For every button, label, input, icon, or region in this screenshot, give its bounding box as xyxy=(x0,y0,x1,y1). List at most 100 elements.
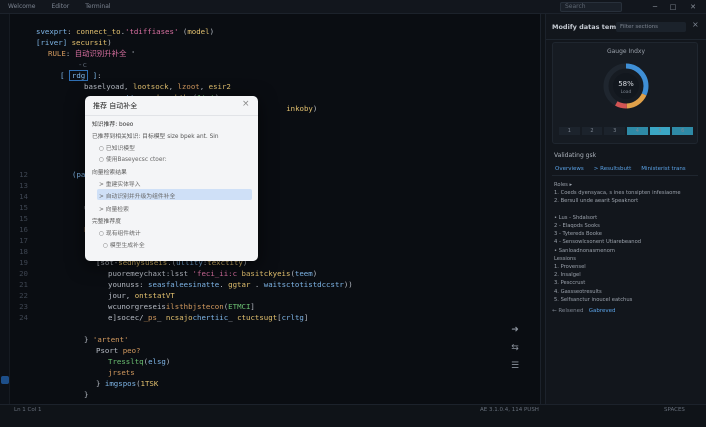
code-token: jour, xyxy=(108,291,135,300)
scale-seg[interactable]: 1 xyxy=(559,127,580,135)
dialog-item[interactable]: > 重建实体导入 xyxy=(99,179,140,188)
code-line[interactable]: [ rdg ]: xyxy=(10,70,102,81)
minimize-icon[interactable]: ─ xyxy=(648,1,662,13)
panel-line: 1. Provensel xyxy=(554,264,586,270)
dialog-item[interactable]: ○ 已知识模型 xyxy=(99,143,135,152)
scale-seg[interactable]: 5 xyxy=(649,127,671,135)
split-icon[interactable]: ⇆ xyxy=(508,342,522,354)
code-line[interactable]: 21 younuss: seasfaleesinatte. ggtar . wai… xyxy=(10,279,353,290)
tab-results[interactable]: > Resultsbutt xyxy=(591,164,635,175)
scale-seg[interactable]: 4 xyxy=(627,127,648,135)
tab-editor[interactable]: Editor xyxy=(43,3,77,10)
code-line[interactable]: } 'artent' xyxy=(10,334,129,345)
dialog-item[interactable]: ○ 使用Baseyecsc ctoer: xyxy=(99,154,167,163)
code-token: ctuctsugt xyxy=(237,313,278,322)
gauge-title: Gauge Indxy xyxy=(606,48,646,55)
panel-line: 4. Gassseotresults xyxy=(554,288,602,295)
code-token: connect_to xyxy=(76,27,121,36)
dialog-item[interactable]: ○ 现有组件统计 xyxy=(99,228,141,237)
code-line[interactable]: } xyxy=(10,389,88,400)
code-token: elsg xyxy=(148,357,166,366)
panel-tabs: Overviews > Resultsbutt Ministerist tran… xyxy=(552,164,698,176)
code-token: )) xyxy=(343,280,353,289)
dialog-item[interactable]: 向量检索结果 xyxy=(92,167,127,176)
code-line[interactable]: RULE: 自动识别升补全 ' xyxy=(10,48,135,59)
code-token: ontstatVT xyxy=(134,291,175,300)
gauge-card: Gauge Indxy 58% Load 1 2 3 4 5 6 xyxy=(552,42,698,144)
panel-line: • Sanloadnonasmenom xyxy=(554,247,615,254)
run-icon[interactable]: ➜ xyxy=(508,324,522,336)
code-token: _ps xyxy=(143,313,157,322)
indicator-icon[interactable] xyxy=(1,376,9,384)
code-line[interactable]: 22 jour, ontstatVT xyxy=(10,290,175,301)
footer-link[interactable]: Gabreved xyxy=(589,308,616,314)
line-number: 23 xyxy=(19,302,28,311)
status-position[interactable]: Ln 1 Col 1 xyxy=(14,407,42,413)
code-line[interactable]: 24 e]socec/_ps_ ncsajochertiic_ ctuctsugt… xyxy=(10,312,308,323)
code-line[interactable]: baselyoad, lootsock, lzoot, esir2 xyxy=(10,81,231,92)
code-token: model xyxy=(187,27,210,36)
code-token: e]socec/ xyxy=(108,313,144,322)
code-token: 'feci_ii:c xyxy=(192,269,238,278)
code-token: seasfaleesinatte xyxy=(148,280,220,289)
code-line[interactable]: svexprt: connect_to.'tdiffiases' (model) xyxy=(10,26,214,37)
dialog-item[interactable]: 已推荐到相关知识: 目标模型 size bpek ant. Sin xyxy=(92,131,219,140)
tab-welcome[interactable]: Welcome xyxy=(0,3,43,10)
code-token: crltg xyxy=(281,313,304,322)
code-token: ncsajo xyxy=(165,313,193,322)
code-token: Psort xyxy=(96,346,123,355)
code-token: 1TSK xyxy=(140,379,159,388)
scale-seg[interactable]: 2 xyxy=(581,127,603,135)
code-line[interactable]: 23 wcunorgreseisilsthbjstecon(ETMCI] xyxy=(10,301,255,312)
panel-close-icon[interactable]: × xyxy=(692,20,699,29)
code-token: : xyxy=(67,27,77,36)
footer-label[interactable]: Relsened xyxy=(558,308,583,314)
code-token: ggtar xyxy=(228,280,251,289)
maximize-icon[interactable]: □ xyxy=(666,1,680,13)
dialog-item[interactable]: 完整推荐度 xyxy=(92,216,121,225)
filter-button[interactable]: Filter sections xyxy=(616,22,686,32)
code-token: 自动识别升补全 xyxy=(74,49,127,58)
activity-gutter xyxy=(0,14,10,414)
code-line[interactable]: 20 puoremeychaxt:lsst 'feci_ii:c basitcky… xyxy=(10,268,317,279)
dialog-item[interactable]: > 向量检索 xyxy=(99,204,129,213)
code-line[interactable]: -c xyxy=(10,59,87,70)
section-title: Validating gsk xyxy=(554,152,597,159)
tab-ministerist[interactable]: Ministerist trans xyxy=(638,164,688,175)
tab-overviews[interactable]: Overviews xyxy=(552,164,587,175)
code-line[interactable] xyxy=(10,323,36,334)
scale-seg[interactable]: 6 xyxy=(672,127,694,135)
line-number: 13 xyxy=(19,181,28,190)
dialog-item[interactable]: > 自动识别并升级为组件补全 xyxy=(99,191,175,200)
dialog-item[interactable]: 知识推荐: boeo xyxy=(92,119,133,128)
panel-footer: ← Relsened Gabreved xyxy=(552,308,616,314)
title-bar: Welcome Editor Terminal Search ─ □ ✕ xyxy=(0,0,706,14)
status-info[interactable]: AE 3.1.0.4, 114 PUSH xyxy=(480,407,539,413)
code-line[interactable]: [river] secursit) xyxy=(10,37,112,48)
code-line[interactable]: jrsets xyxy=(10,367,135,378)
dialog-close-icon[interactable]: × xyxy=(242,99,250,109)
code-token: } xyxy=(84,335,93,344)
line-number: 16 xyxy=(19,225,28,234)
dialog-title: 推荐 自动补全 xyxy=(93,101,138,110)
status-spaces[interactable]: SPACES xyxy=(664,407,685,413)
chat-icon[interactable]: ☰ xyxy=(508,360,522,372)
status-bar: Ln 1 Col 1 AE 3.1.0.4, 114 PUSH SPACES xyxy=(0,404,706,427)
dialog-item[interactable]: ○ 模型生成补全 xyxy=(103,240,145,249)
code-token: , xyxy=(199,82,209,91)
code-token: } xyxy=(96,379,105,388)
line-number: 21 xyxy=(19,280,28,289)
tab-terminal[interactable]: Terminal xyxy=(77,3,118,10)
close-icon[interactable]: ✕ xyxy=(686,1,700,13)
line-number: 22 xyxy=(19,291,28,300)
code-line[interactable]: } imgspos(1TSK xyxy=(10,378,158,389)
gauge-sublabel: Load xyxy=(621,89,632,95)
search-input[interactable]: Search xyxy=(560,2,622,12)
scale-seg[interactable]: 3 xyxy=(604,127,626,135)
code-token: wcunorgreseis xyxy=(108,302,166,311)
code-line[interactable]: Tressltq(elsg) xyxy=(10,356,170,367)
code-line[interactable]: Psort peo? xyxy=(10,345,141,356)
line-number: 15 xyxy=(19,203,28,212)
code-token: esir2 xyxy=(208,82,231,91)
code-token: ) xyxy=(107,38,112,47)
